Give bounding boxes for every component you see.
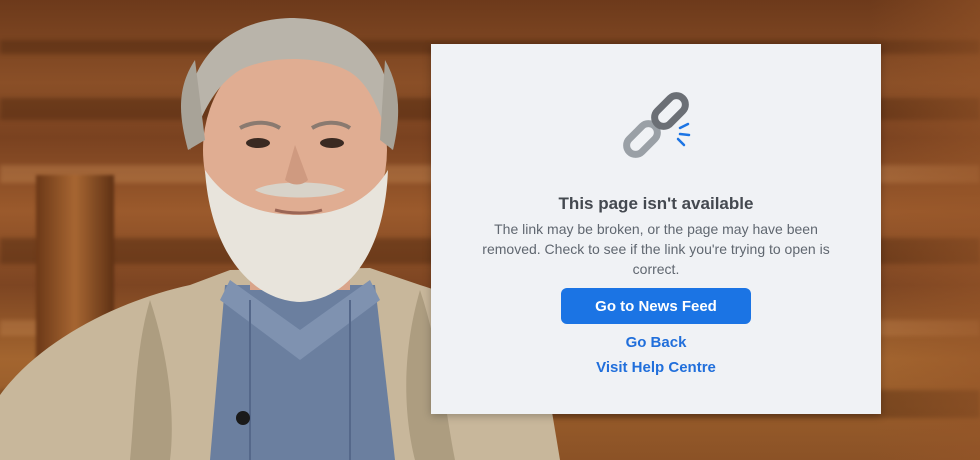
broken-link-icon bbox=[623, 92, 691, 158]
dialog-title: This page isn't available bbox=[558, 194, 754, 213]
lapel-microphone bbox=[236, 411, 250, 425]
dialog-description: The link may be broken, or the page may … bbox=[482, 221, 830, 277]
go-back-link[interactable]: Go Back bbox=[431, 334, 881, 351]
right-shade bbox=[870, 0, 980, 460]
visit-help-centre-link[interactable]: Visit Help Centre bbox=[431, 359, 881, 376]
page-unavailable-dialog: This page isn't available The link may b… bbox=[431, 44, 881, 414]
go-to-news-feed-button[interactable]: Go to News Feed bbox=[561, 288, 751, 324]
left-eye bbox=[246, 138, 270, 148]
right-eye bbox=[320, 138, 344, 148]
